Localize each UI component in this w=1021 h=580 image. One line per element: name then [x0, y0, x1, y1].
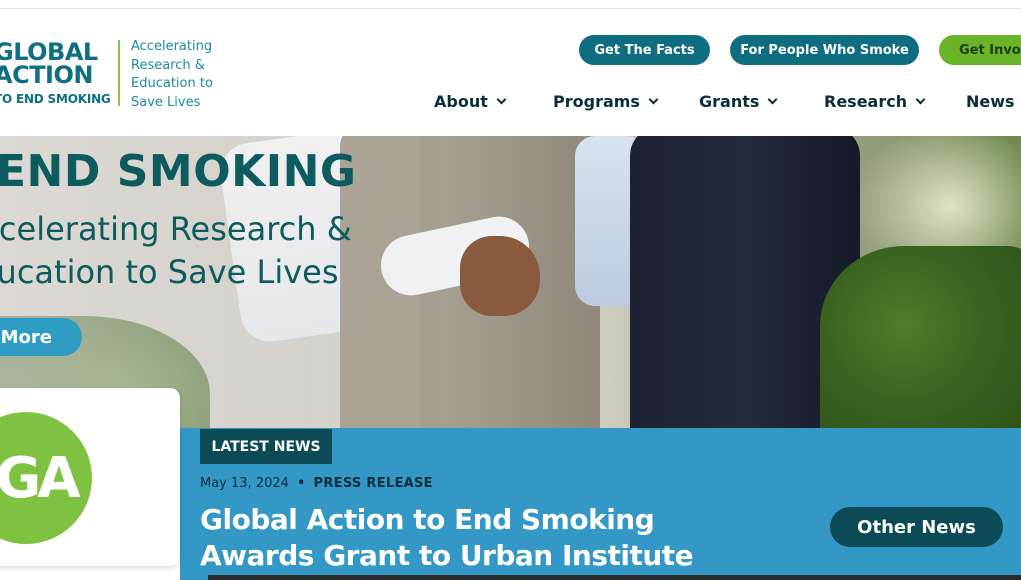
bottom-strip	[208, 575, 1021, 580]
nav-item-news[interactable]: News and	[966, 92, 1021, 111]
hero-image-shrubs-right	[820, 246, 1021, 436]
nav-item-grants[interactable]: Grants	[699, 92, 778, 111]
news-headline-link[interactable]: Global Action to End Smoking Awards Gran…	[200, 502, 760, 574]
logo-line-action: ACTION	[0, 61, 93, 89]
nav-item-about[interactable]: About	[434, 92, 507, 111]
news-logo-card: GA	[0, 388, 180, 566]
chevron-down-icon	[915, 94, 926, 105]
nav-item-research[interactable]: Research	[824, 92, 926, 111]
logo-tagline: Accelerating Research & Education to Sav…	[131, 39, 213, 110]
logo-divider	[118, 40, 120, 106]
latest-news-tag: LATEST NEWS	[200, 429, 332, 464]
hero-title: END SMOKING	[0, 146, 357, 197]
nav-item-programs[interactable]: Programs	[553, 92, 659, 111]
hero-subtitle-line2: Education to Save Lives	[0, 253, 339, 291]
news-date: May 13, 2024	[200, 476, 289, 491]
learn-more-button[interactable]: More	[0, 318, 82, 356]
hero-subtitle-line1: Accelerating Research &	[0, 210, 352, 248]
hero-subtitle: Accelerating Research & Education to Sav…	[0, 208, 352, 294]
chevron-down-icon	[767, 94, 778, 105]
chevron-down-icon	[648, 94, 659, 105]
logo-line-end-smoking: TO END SMOKING	[0, 92, 111, 106]
nav-item-label: News and	[966, 92, 1021, 111]
get-involved-button[interactable]: Get Involved	[939, 35, 1021, 65]
nav-item-label: Research	[824, 92, 908, 111]
site-header: GLOBAL ACTION TO END SMOKING Acceleratin…	[0, 10, 1021, 136]
page: GLOBAL ACTION TO END SMOKING Acceleratin…	[0, 0, 1021, 580]
news-meta: May 13, 2024 • PRESS RELEASE	[200, 476, 433, 491]
nav-item-label: Grants	[699, 92, 760, 111]
top-divider	[0, 0, 1021, 9]
nav-item-label: About	[434, 92, 488, 111]
other-news-button[interactable]: Other News	[830, 507, 1003, 547]
nav-item-label: Programs	[553, 92, 640, 111]
news-kind: PRESS RELEASE	[313, 476, 433, 491]
get-the-facts-button[interactable]: Get The Facts	[579, 35, 710, 65]
meta-separator: •	[297, 476, 306, 491]
ga-logo-icon: GA	[0, 412, 92, 544]
chevron-down-icon	[496, 94, 507, 105]
for-people-who-smoke-button[interactable]: For People Who Smoke	[730, 35, 919, 65]
hero-image-hand	[460, 236, 540, 316]
